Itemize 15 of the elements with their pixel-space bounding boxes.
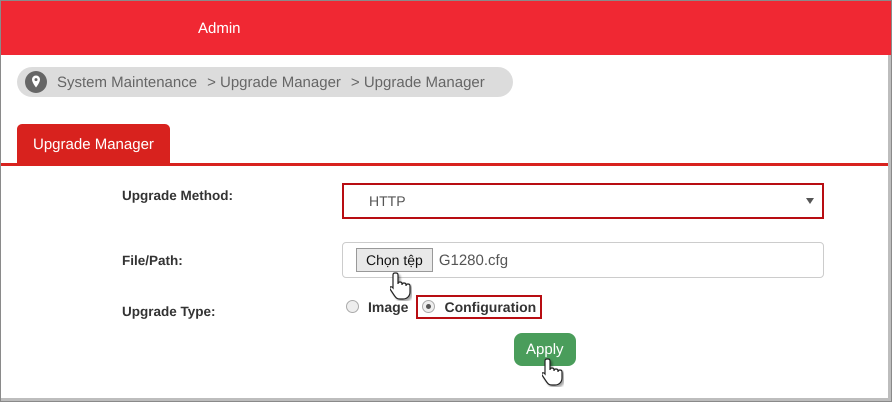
radio-option[interactable]: Configuration	[416, 294, 542, 318]
header-title: Admin	[198, 20, 241, 36]
hand-cursor-icon	[542, 357, 564, 387]
location-pin-icon	[25, 71, 47, 93]
hand-cursor-icon	[390, 271, 412, 301]
breadcrumb-item[interactable]: > Upgrade Manager	[207, 74, 341, 90]
caret-icon	[806, 198, 814, 204]
method-select[interactable]: HTTP	[342, 183, 824, 219]
breadcrumb-item[interactable]: > Upgrade Manager	[350, 74, 485, 90]
field-label: Upgrade Method:	[122, 188, 234, 205]
breadcrumb-item[interactable]: System Maintenance	[57, 74, 198, 90]
field-label: File/Path:	[122, 253, 184, 270]
tab[interactable]: Upgrade Manager	[17, 124, 170, 163]
radio-option[interactable]: Image	[340, 294, 414, 318]
field-label: Upgrade Type:	[122, 304, 217, 319]
